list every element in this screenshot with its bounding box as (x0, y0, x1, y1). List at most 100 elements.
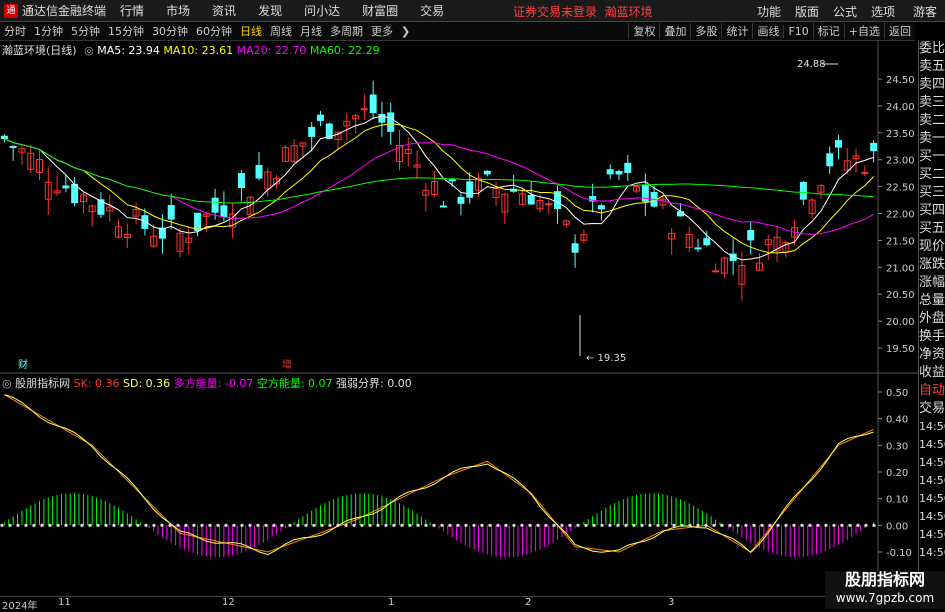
zero-dot (160, 523, 164, 527)
tool-button-0[interactable]: 复权 (628, 23, 659, 39)
zero-dot (592, 523, 596, 527)
zero-dot (552, 523, 556, 527)
candle-body (571, 243, 579, 253)
zero-dot (840, 523, 844, 527)
low-price-label: ← 19.35 (586, 353, 626, 364)
right-menu-item-3[interactable]: 选项 (871, 5, 895, 19)
quote-panel-item: 换手 (919, 329, 945, 344)
menu-item-4[interactable]: 问小达 (304, 4, 340, 18)
increase-marker[interactable]: 增 (282, 358, 292, 371)
price-tick-label: 19.50 (886, 344, 915, 355)
menu-item-0[interactable]: 行情 (120, 4, 144, 18)
zero-dot (664, 523, 668, 527)
candle-body (694, 247, 702, 250)
zero-dot (416, 523, 420, 527)
candle-body (466, 181, 474, 198)
tool-button-5[interactable]: F10 (783, 24, 812, 38)
candle-body (483, 170, 491, 175)
period-tab-2[interactable]: 5分钟 (67, 23, 104, 39)
zero-dot (464, 523, 468, 527)
zero-dot (176, 523, 180, 527)
zero-dot (104, 523, 108, 527)
tool-button-8[interactable]: 返回 (884, 23, 915, 39)
zero-dot (120, 523, 124, 527)
period-tab-4[interactable]: 30分钟 (148, 23, 192, 39)
candle-body (597, 205, 605, 210)
candle-body (457, 196, 465, 204)
tool-button-4[interactable]: 画线 (752, 23, 783, 39)
quote-panel-item: 涨幅 (919, 275, 945, 290)
zero-dot (864, 523, 868, 527)
candle-body (360, 108, 368, 111)
zero-dot (776, 523, 780, 527)
tool-button-7[interactable]: +自选 (843, 23, 884, 39)
zero-dot (312, 523, 316, 527)
tool-button-2[interactable]: 多股 (690, 23, 721, 39)
candle-body (439, 205, 447, 208)
zero-dot (744, 523, 748, 527)
period-tab-6[interactable]: 日线 (236, 23, 266, 39)
quote-panel-item: 卖四 (919, 77, 945, 92)
zero-dot (800, 523, 804, 527)
period-tab-10[interactable]: 更多 (367, 23, 397, 39)
zero-dot (600, 523, 604, 527)
menu-item-3[interactable]: 发现 (258, 4, 282, 18)
quote-panel-item: 买五 (919, 221, 945, 236)
zero-dot (224, 523, 228, 527)
candle-body (615, 170, 623, 175)
quote-panel-item: 净资 (919, 347, 945, 362)
guest-label[interactable]: 游客 (913, 3, 937, 20)
tool-button-6[interactable]: 标记 (812, 23, 844, 39)
zero-dot (128, 523, 132, 527)
menu-item-2[interactable]: 资讯 (212, 4, 236, 18)
zero-dot (96, 523, 100, 527)
zero-dot (856, 523, 860, 527)
period-tab-9[interactable]: 多周期 (326, 23, 367, 39)
right-menu-item-1[interactable]: 版面 (795, 5, 819, 19)
period-tab-3[interactable]: 15分钟 (104, 23, 148, 39)
menu-item-5[interactable]: 财富圈 (362, 4, 398, 18)
candle-body (9, 145, 17, 148)
tool-button-3[interactable]: 统计 (721, 23, 752, 39)
period-tab-0[interactable]: 分时 (0, 23, 30, 39)
price-tick-label: 24.50 (886, 75, 915, 86)
zero-dot (272, 523, 276, 527)
zero-dot (656, 523, 660, 527)
period-tab-1[interactable]: 1分钟 (30, 23, 67, 39)
tool-button-1[interactable]: 叠加 (659, 23, 690, 39)
price-tick-label: 20.00 (886, 317, 915, 328)
quote-panel-item: 14:56 (919, 420, 945, 433)
menu-item-1[interactable]: 市场 (166, 4, 190, 18)
date-label: 12 (222, 597, 235, 608)
right-menu-item-0[interactable]: 功能 (757, 5, 781, 19)
candle-body (62, 185, 70, 189)
zero-dot (640, 523, 644, 527)
menu-item-6[interactable]: 交易 (420, 4, 444, 18)
zero-dot (528, 523, 532, 527)
period-tab-5[interactable]: 60分钟 (192, 23, 236, 39)
zero-dot (24, 523, 28, 527)
kline-chart[interactable]: 24.50 24.00 23.50 23.00 22.50 22.00 21.50 21.00… (0, 40, 918, 596)
zero-dot (208, 523, 212, 527)
quote-panel-item: 14:56 (919, 528, 945, 541)
zero-dot (768, 523, 772, 527)
sub-tick-label: 0.20 (886, 468, 908, 479)
period-tab-8[interactable]: 月线 (296, 23, 326, 39)
zero-dot (360, 523, 364, 527)
finance-marker[interactable]: 财 (18, 358, 28, 371)
chevron-right-icon[interactable]: ❯ (397, 25, 414, 38)
date-label: 2024年 (2, 601, 38, 612)
sub-tick-label: 0.00 (886, 521, 908, 532)
zero-dot (112, 523, 116, 527)
ma5-line (4, 115, 874, 261)
quote-panel-item: 涨跌 (919, 257, 945, 272)
quote-panel-item: 买二 (919, 167, 945, 182)
zero-dot (520, 523, 524, 527)
sub-tick-label: 0.10 (886, 495, 908, 506)
zero-dot (368, 523, 372, 527)
period-tab-7[interactable]: 周线 (266, 23, 296, 39)
site-watermark: 股朋指标网 www.7gpzb.com (825, 571, 945, 609)
right-menu-item-2[interactable]: 公式 (833, 5, 857, 19)
price-tick-label: 24.00 (886, 102, 915, 113)
login-warning[interactable]: 证券交易未登录 瀚蓝环境 (513, 3, 653, 20)
